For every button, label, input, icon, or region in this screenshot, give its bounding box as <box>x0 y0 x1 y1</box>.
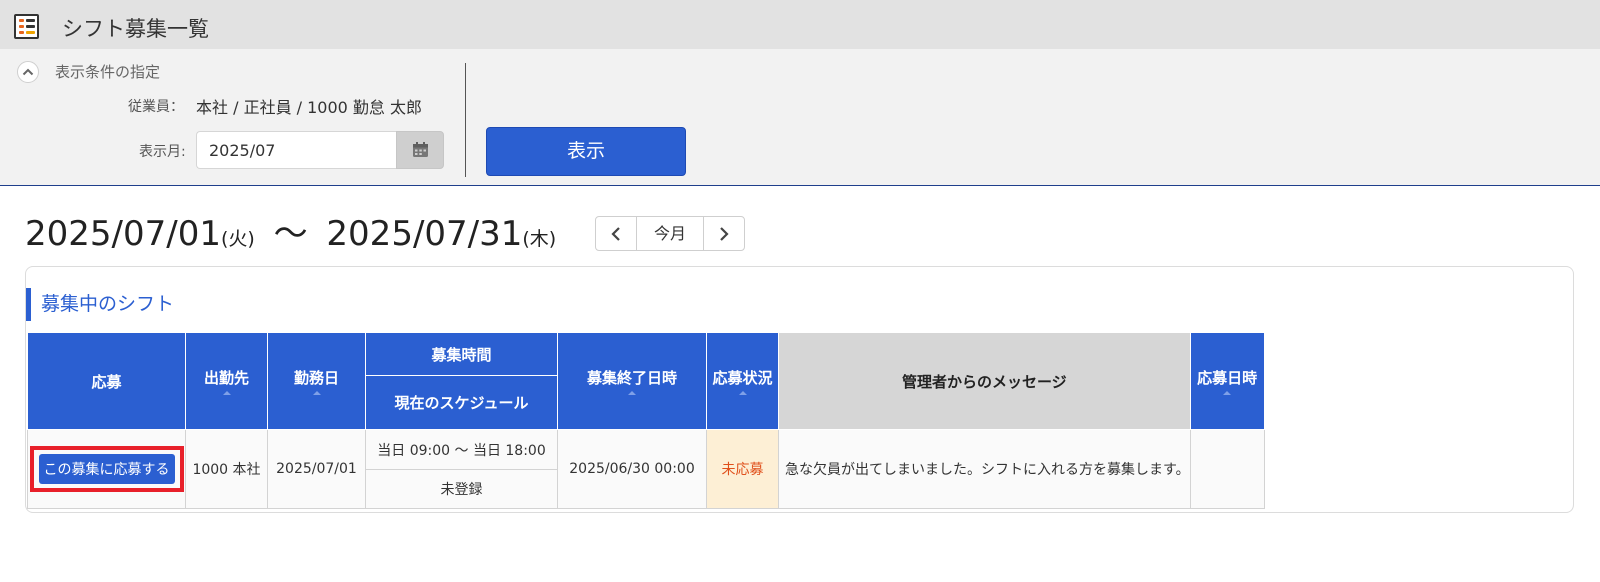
col-recruit-time: 募集時間 <box>365 332 558 376</box>
list-app-icon <box>14 14 39 39</box>
employee-value: 本社 / 正社員 / 1000 勤怠 太郎 <box>196 98 423 117</box>
employee-label: 従業員： <box>128 99 184 115</box>
chevron-right-icon <box>720 227 729 241</box>
next-month-button[interactable] <box>703 217 744 250</box>
sort-icon <box>738 391 747 395</box>
range-end-date: 2025/07/31 <box>326 214 523 254</box>
col-message: 管理者からのメッセージ <box>778 332 1191 430</box>
col-status[interactable]: 応募状況 <box>706 332 779 430</box>
title-bar: シフト募集一覧 <box>0 0 1600 49</box>
range-start-weekday: (火) <box>220 228 255 250</box>
sort-icon <box>1223 391 1232 395</box>
location-cell: 1000 本社 <box>185 429 268 509</box>
range-tilde: 〜 <box>273 214 308 254</box>
filter-panel: 表示条件の指定 従業員： 本社 / 正社員 / 1000 勤怠 太郎 表示月: … <box>0 49 1600 186</box>
filter-divider <box>465 63 466 177</box>
range-start-date: 2025/07/01 <box>25 214 221 254</box>
this-month-button[interactable]: 今月 <box>637 217 703 250</box>
recruit-time-cell: 当日 09:00 〜 当日 18:00 <box>365 429 558 470</box>
recruiting-shifts-panel: 募集中のシフト 応募 出勤先 勤務日 募集時間 募集終了日時 応募状況 管理者か… <box>25 266 1574 513</box>
highlight-box: この募集に応募する <box>29 446 184 492</box>
panel-title: 募集中のシフト <box>26 288 174 321</box>
recruit-end-cell: 2025/06/30 00:00 <box>557 429 707 509</box>
sort-icon <box>312 391 321 395</box>
sort-icon <box>222 391 231 395</box>
sort-icon <box>628 391 636 395</box>
page-title: シフト募集一覧 <box>62 17 209 41</box>
collapse-toggle-button[interactable] <box>17 61 39 83</box>
prev-month-button[interactable] <box>596 217 637 250</box>
show-button[interactable]: 表示 <box>486 127 686 176</box>
message-cell: 急な欠員が出てしまいました。シフトに入れる方を募集します。 <box>778 429 1191 509</box>
apply-button[interactable]: この募集に応募する <box>38 454 175 484</box>
current-schedule-cell: 未登録 <box>365 469 558 509</box>
chevron-up-icon <box>22 68 34 76</box>
chevron-left-icon <box>611 227 620 241</box>
calendar-icon <box>413 142 428 157</box>
col-work-date[interactable]: 勤務日 <box>267 332 366 430</box>
work-date-cell: 2025/07/01 <box>267 429 366 509</box>
col-location[interactable]: 出勤先 <box>185 332 268 430</box>
date-range: 2025/07/01(火) 〜 2025/07/31(木) <box>25 206 556 255</box>
col-current-schedule: 現在のスケジュール <box>365 375 558 430</box>
month-input[interactable] <box>196 131 396 169</box>
col-applied-at[interactable]: 応募日時 <box>1189 332 1265 430</box>
calendar-button[interactable] <box>396 131 444 169</box>
month-label: 表示月: <box>139 144 186 160</box>
shift-table: 応募 出勤先 勤務日 募集時間 募集終了日時 応募状況 管理者からのメッセージ … <box>27 332 1265 509</box>
col-apply: 応募 <box>27 332 186 430</box>
range-end-weekday: (木) <box>522 228 557 250</box>
table-row: この募集に応募する 1000 本社 2025/07/01 当日 09:00 〜 … <box>27 429 1265 509</box>
col-recruit-end[interactable]: 募集終了日時 <box>557 332 707 430</box>
apply-cell: この募集に応募する <box>27 429 186 509</box>
applied-at-cell <box>1189 429 1265 509</box>
filter-section-title: 表示条件の指定 <box>55 63 161 81</box>
month-navigation: 今月 <box>595 216 745 251</box>
status-cell: 未応募 <box>706 429 779 509</box>
